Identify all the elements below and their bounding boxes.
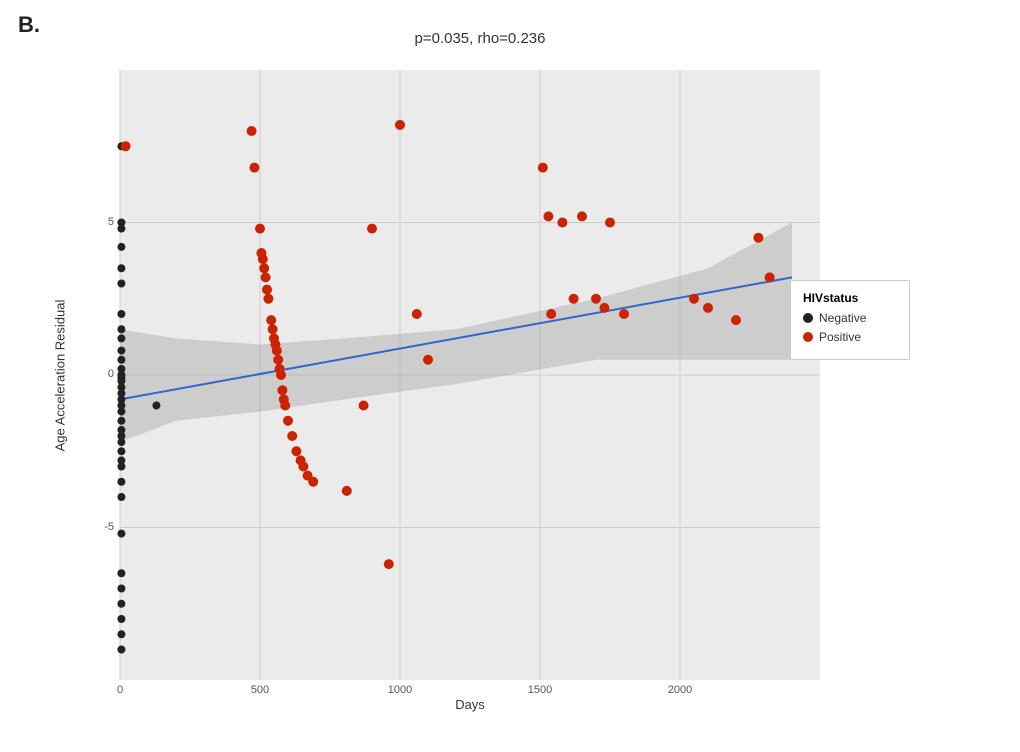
positive-data-point <box>753 233 763 243</box>
positive-data-point <box>577 211 587 221</box>
legend-item-negative: Negative <box>803 311 897 325</box>
positive-data-point <box>249 163 259 173</box>
positive-data-point <box>619 309 629 319</box>
negative-data-point <box>117 630 125 638</box>
x-tick-label: 1500 <box>524 684 556 696</box>
positive-data-point <box>262 285 272 295</box>
positive-data-point <box>247 126 257 136</box>
positive-data-point <box>298 462 308 472</box>
panel-label: B. <box>18 12 40 38</box>
positive-data-point <box>569 294 579 304</box>
page: B. p=0.035, rho=0.236 Age Acceleration R… <box>0 0 1020 752</box>
positive-data-point <box>121 141 131 151</box>
positive-data-point <box>263 294 273 304</box>
plot-svg <box>120 70 820 680</box>
positive-data-point <box>342 486 352 496</box>
x-tick-label: 1000 <box>384 684 416 696</box>
positive-data-point <box>731 315 741 325</box>
negative-data-point <box>117 408 125 416</box>
negative-data-point <box>117 280 125 288</box>
legend-label-negative: Negative <box>819 311 866 325</box>
positive-data-point <box>308 477 318 487</box>
chart-container: p=0.035, rho=0.236 Age Acceleration Resi… <box>50 20 910 720</box>
y-tick-label: 5 <box>108 216 114 228</box>
negative-data-point <box>152 402 160 410</box>
positive-data-point <box>258 254 268 264</box>
positive-data-point <box>423 355 433 365</box>
positive-data-point <box>395 120 405 130</box>
x-tick-label: 0 <box>104 684 136 696</box>
y-tick-label: 0 <box>108 368 114 380</box>
positive-data-point <box>599 303 609 313</box>
negative-data-point <box>117 600 125 608</box>
positive-data-point <box>277 385 287 395</box>
negative-data-point <box>117 478 125 486</box>
chart-area <box>120 70 820 680</box>
positive-data-point <box>689 294 699 304</box>
legend: HIVstatus Negative Positive <box>790 280 910 360</box>
positive-data-point <box>605 218 615 228</box>
positive-data-point <box>287 431 297 441</box>
negative-data-point <box>117 310 125 318</box>
y-axis-label: Age Acceleration Residual <box>50 70 70 680</box>
negative-data-point <box>117 325 125 333</box>
positive-data-point <box>367 224 377 234</box>
positive-data-point <box>259 263 269 273</box>
positive-data-point <box>255 224 265 234</box>
negative-data-point <box>117 530 125 538</box>
negative-dot-icon <box>803 313 813 323</box>
positive-data-point <box>266 315 276 325</box>
positive-data-point <box>703 303 713 313</box>
negative-data-point <box>117 585 125 593</box>
negative-data-point <box>117 417 125 425</box>
negative-data-point <box>117 493 125 501</box>
x-tick-label: 2000 <box>664 684 696 696</box>
positive-data-point <box>546 309 556 319</box>
positive-data-point <box>384 559 394 569</box>
negative-data-point <box>117 347 125 355</box>
negative-data-point <box>117 334 125 342</box>
positive-data-point <box>538 163 548 173</box>
legend-title: HIVstatus <box>803 291 897 305</box>
positive-data-point <box>283 416 293 426</box>
negative-data-point <box>117 356 125 364</box>
positive-data-point <box>557 218 567 228</box>
positive-dot-icon <box>803 332 813 342</box>
positive-data-point <box>261 272 271 282</box>
negative-data-point <box>117 243 125 251</box>
positive-data-point <box>359 401 369 411</box>
negative-data-point <box>117 225 125 233</box>
positive-data-point <box>412 309 422 319</box>
positive-data-point <box>273 355 283 365</box>
positive-data-point <box>591 294 601 304</box>
positive-data-point <box>765 272 775 282</box>
negative-data-point <box>117 447 125 455</box>
negative-data-point <box>117 264 125 272</box>
chart-title: p=0.035, rho=0.236 <box>50 20 910 47</box>
positive-data-point <box>543 211 553 221</box>
x-tick-label: 500 <box>244 684 276 696</box>
positive-data-point <box>280 401 290 411</box>
y-tick-label: -5 <box>104 521 114 533</box>
positive-data-point <box>272 346 282 356</box>
positive-data-point <box>268 324 278 334</box>
negative-data-point <box>117 646 125 654</box>
positive-data-point <box>291 446 301 456</box>
legend-label-positive: Positive <box>819 330 861 344</box>
negative-data-point <box>117 569 125 577</box>
negative-data-point <box>117 438 125 446</box>
negative-data-point <box>117 463 125 471</box>
negative-data-point <box>117 615 125 623</box>
positive-data-point <box>276 370 286 380</box>
legend-item-positive: Positive <box>803 330 897 344</box>
